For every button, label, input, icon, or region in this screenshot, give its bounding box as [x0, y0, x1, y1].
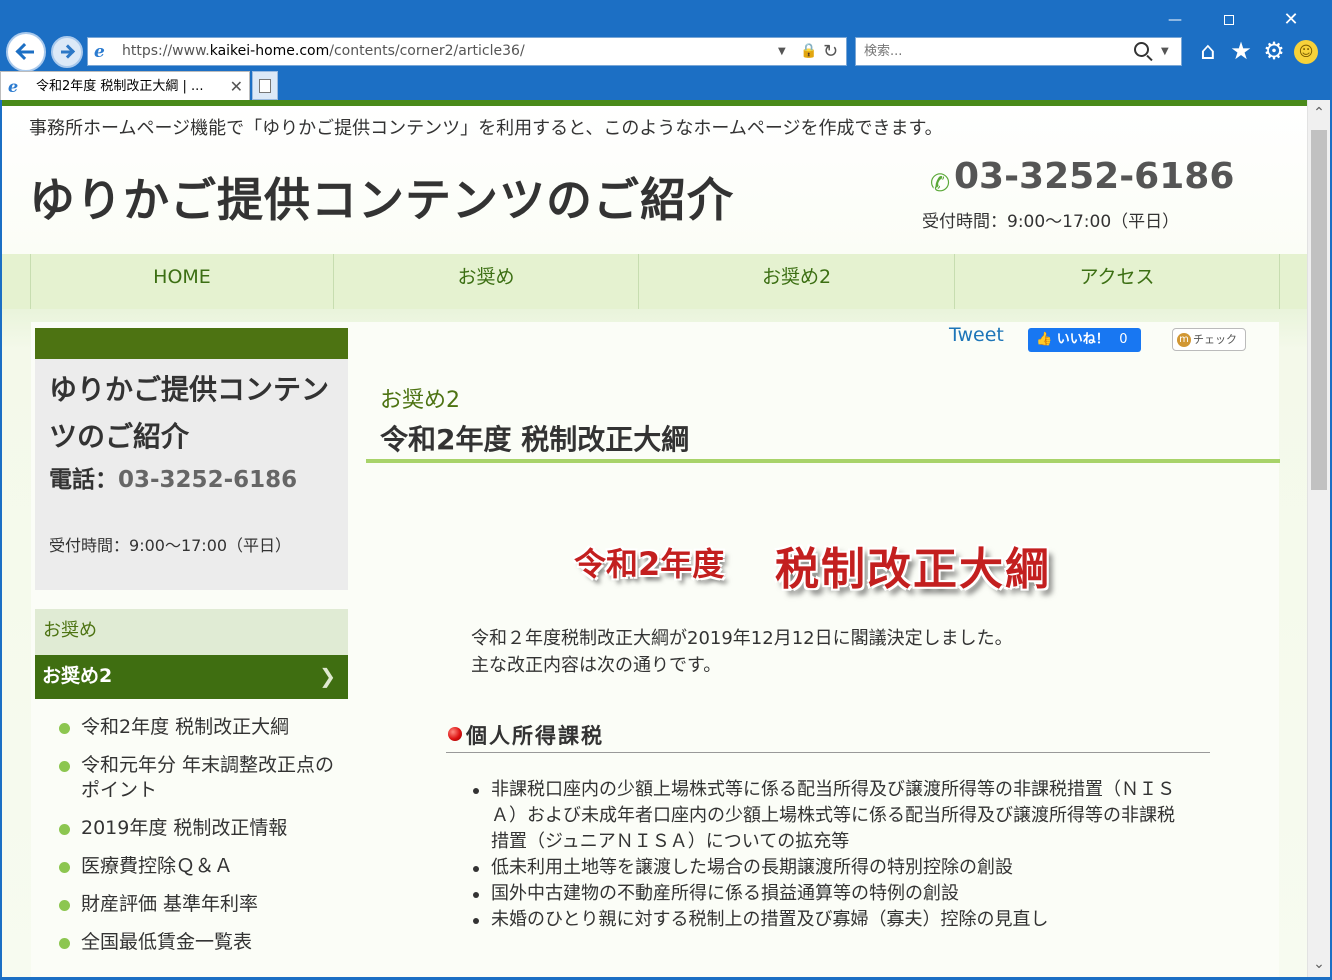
maximize-icon — [1224, 15, 1234, 25]
chevron-right-icon: ❯ — [319, 664, 336, 688]
search-box[interactable]: ▼ — [855, 37, 1182, 66]
url-prefix: https://www. — [122, 43, 210, 59]
page-viewport: 事務所ホームページ機能で「ゆりかご提供コンテンツ」を利用すると、このようなホーム… — [2, 100, 1330, 977]
section-title: 個人所得課税 — [466, 724, 604, 748]
facebook-like-button[interactable]: 👍 いいね！ 0 — [1028, 328, 1141, 352]
smiley-feedback-icon[interactable]: ☺ — [1294, 40, 1318, 64]
title-underline — [366, 459, 1280, 463]
sidebar-menu-recommend2-label: お奨め2 — [42, 665, 113, 687]
article-category: お奨め2 — [380, 388, 460, 413]
red-dot-icon — [448, 727, 462, 741]
sidebar-hours-value: 9:00〜17:00（平日） — [129, 536, 292, 555]
list-item: 非課税口座内の少額上場株式等に係る配当所得及び譲渡所得等の非課税措置（ＮＩＳＡ）… — [472, 777, 1192, 855]
sidebar-box-bar — [35, 328, 348, 359]
banner-main-text: 税制改正大綱 — [775, 544, 1051, 595]
nav-access[interactable]: アクセス — [954, 254, 1280, 309]
sidebar-hours-label: 受付時間： — [49, 536, 130, 555]
url-text[interactable]: https://www.kaikei-home.com/contents/cor… — [122, 38, 525, 65]
phone-icon: ✆ — [930, 169, 951, 197]
address-bar[interactable]: e https://www.kaikei-home.com/contents/c… — [87, 37, 847, 66]
nav-recommend2[interactable]: お奨め2 — [638, 254, 954, 309]
lock-icon[interactable]: 🔒 — [800, 38, 817, 65]
thumbs-up-icon: 👍 — [1036, 332, 1053, 347]
banner-year: 令和2年度 — [574, 545, 725, 583]
sidebar-phone-number: 03-3252-6186 — [118, 467, 298, 493]
search-icon[interactable] — [1134, 42, 1149, 57]
sidebar-article-link[interactable]: 医療費控除Ｑ＆Ａ — [58, 854, 348, 879]
article-banner: 令和2年度 税制改正大綱 — [572, 533, 1072, 603]
global-nav: HOME お奨め お奨め2 アクセス — [2, 254, 1307, 309]
header-notice: 事務所ホームページ機能で「ゆりかご提供コンテンツ」を利用すると、このようなホーム… — [29, 118, 943, 139]
sidebar-article-list: 令和2年度 税制改正大綱 令和元年分 年末調整改正点のポイント 2019年度 税… — [58, 715, 348, 968]
close-window-button[interactable]: ✕ — [1268, 6, 1314, 34]
scroll-up-arrow-icon[interactable]: ⌃ — [1308, 100, 1330, 126]
article-bullet-list: 非課税口座内の少額上場株式等に係る配当所得及び譲渡所得等の非課税措置（ＮＩＳＡ）… — [472, 777, 1192, 933]
sidebar-article-link[interactable]: 令和2年度 税制改正大綱 — [58, 715, 348, 740]
list-item: 国外中古建物の不動産所得に係る損益通算等の特例の創設 — [472, 881, 1192, 907]
new-tab-button[interactable] — [252, 71, 278, 100]
mixi-check-button[interactable]: m チェック — [1172, 328, 1246, 351]
site-title[interactable]: ゆりかご提供コンテンツのご紹介 — [29, 164, 734, 230]
header-hours: 受付時間：9:00〜17:00（平日） — [922, 212, 1180, 232]
sidebar-article-link[interactable]: 財産評価 基準年利率 — [58, 892, 348, 917]
sidebar-article-link[interactable]: 2019年度 税制改正情報 — [58, 816, 348, 841]
article-intro: 令和２年度税制改正大綱が2019年12月12日に閣議決定しました。 主な改正内容… — [471, 625, 1171, 679]
sidebar-hours: 受付時間： 9:00〜17:00（平日） — [49, 536, 292, 556]
tab-active[interactable]: e 令和2年度 税制改正大綱 | ... ✕ — [0, 71, 250, 100]
intro-line: 主な改正内容は次の通りです。 — [471, 655, 722, 676]
sidebar-contact-box: ゆりかご提供コンテンツのご紹介 電話：03-3252-6186 受付時間： 9:0… — [35, 328, 348, 590]
sidebar-phone: 電話：03-3252-6186 — [49, 461, 309, 499]
header-phone: 03-3252-6186 — [954, 156, 1235, 197]
address-dropdown-icon[interactable]: ▼ — [778, 38, 786, 65]
sidebar-article-link[interactable]: 令和元年分 年末調整改正点のポイント — [58, 753, 348, 803]
sidebar-title: ゆりかご提供コンテンツのご紹介 — [49, 373, 330, 453]
vertical-scrollbar[interactable]: ⌃ ⌄ — [1307, 100, 1330, 977]
favorites-star-icon[interactable]: ★ — [1228, 38, 1254, 64]
sidebar-menu-recommend2[interactable]: お奨め2 ❯ — [35, 655, 348, 699]
like-count: 0 — [1119, 332, 1128, 347]
list-item: 未婚のひとり親に対する税制上の措置及び寡婦（寡夫）控除の見直し — [472, 907, 1192, 933]
new-tab-icon — [259, 79, 271, 93]
search-dropdown-icon[interactable]: ▼ — [1161, 38, 1169, 65]
intro-line: 令和２年度税制改正大綱が2019年12月12日に閣議決定しました。 — [471, 628, 1013, 649]
nav-recommend[interactable]: お奨め — [333, 254, 638, 309]
forward-button[interactable] — [51, 36, 83, 68]
scroll-thumb[interactable] — [1311, 130, 1327, 490]
check-label: チェック — [1193, 333, 1237, 346]
nav-home[interactable]: HOME — [30, 254, 333, 309]
like-label: いいね！ — [1056, 332, 1109, 347]
url-domain: kaikei-home.com — [209, 43, 330, 59]
article-title: 令和2年度 税制改正大綱 — [380, 423, 690, 456]
tab-ie-icon: e — [8, 77, 19, 96]
list-item: 低未利用土地等を譲渡した場合の長期譲渡所得の特別控除の創設 — [472, 855, 1192, 881]
sidebar-article-link[interactable]: 全国最低賃金一覧表 — [58, 930, 348, 955]
tab-close-icon[interactable]: ✕ — [230, 72, 243, 101]
forward-arrow-icon — [61, 50, 73, 54]
back-button[interactable] — [6, 32, 46, 72]
back-arrow-icon — [18, 50, 34, 54]
url-path: /contents/corner2/article36/ — [329, 43, 525, 59]
tweet-button[interactable]: Tweet — [949, 324, 1004, 346]
sidebar-menu-recommend[interactable]: お奨め — [35, 609, 348, 655]
gear-icon[interactable]: ⚙ — [1261, 38, 1287, 64]
minimize-button[interactable]: — — [1152, 6, 1198, 34]
mixi-icon: m — [1177, 333, 1191, 347]
site-header: 事務所ホームページ機能で「ゆりかご提供コンテンツ」を利用すると、このようなホーム… — [2, 106, 1307, 254]
browser-titlebar: — ✕ e https://www.kaikei-home.com/conten… — [0, 0, 1332, 100]
maximize-button[interactable] — [1206, 6, 1252, 34]
tab-title: 令和2年度 税制改正大綱 | ... — [36, 79, 204, 94]
home-icon[interactable]: ⌂ — [1195, 38, 1221, 64]
refresh-icon[interactable]: ↻ — [823, 38, 838, 65]
ie-page-icon: e — [94, 42, 105, 62]
sidebar-phone-label: 電話： — [49, 467, 118, 493]
search-input[interactable] — [864, 38, 1114, 65]
scroll-down-arrow-icon[interactable]: ⌄ — [1308, 951, 1330, 977]
section-heading: 個人所得課税 — [446, 718, 1210, 753]
